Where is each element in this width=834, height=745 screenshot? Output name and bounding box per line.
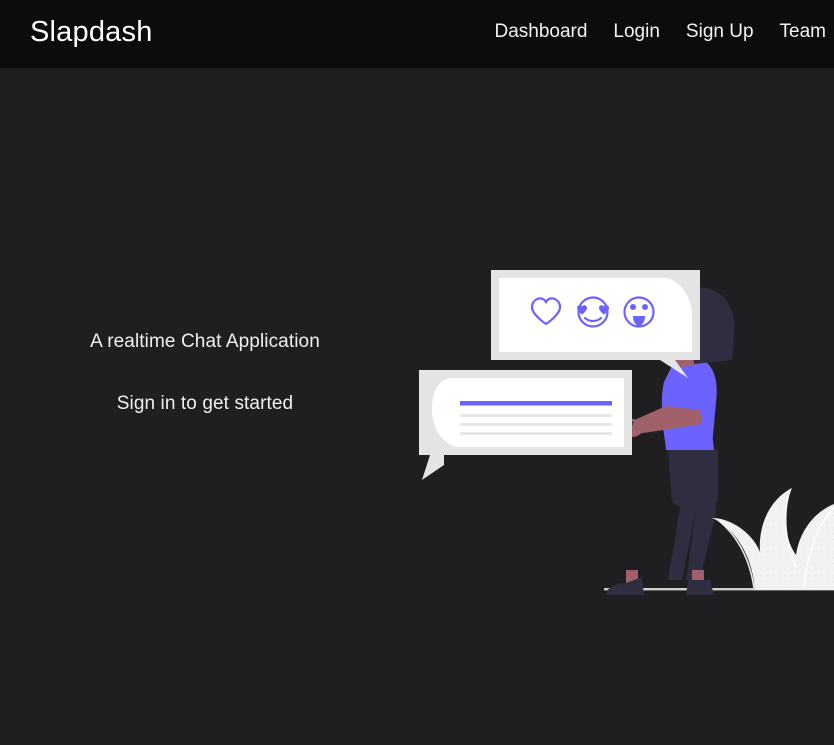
message-line-highlight <box>460 401 612 406</box>
message-speech-bubble <box>419 370 632 480</box>
nav-link-signup[interactable]: Sign Up <box>686 21 754 43</box>
message-line-1 <box>460 414 612 417</box>
person-shirt-hem <box>664 430 714 450</box>
chat-illustration <box>400 250 834 600</box>
hero-title: A realtime Chat Application <box>90 331 320 352</box>
navbar: Slapdash Dashboard Login Sign Up Team <box>0 0 834 68</box>
person-front-shoe <box>606 577 644 595</box>
hero-subtitle: Sign in to get started <box>116 392 294 414</box>
nav-links: Dashboard Login Sign Up Team <box>494 21 834 43</box>
nav-link-dashboard[interactable]: Dashboard <box>494 21 587 43</box>
brand-logo[interactable]: Slapdash <box>30 18 153 50</box>
message-line-2 <box>460 423 612 426</box>
nav-link-team[interactable]: Team <box>780 21 826 43</box>
hero-text-block: A realtime Chat Application Sign in to g… <box>0 330 410 416</box>
message-line-3 <box>460 432 612 435</box>
reaction-speech-bubble <box>491 270 700 378</box>
person-back-shoe <box>686 580 714 595</box>
nav-link-login[interactable]: Login <box>613 21 660 43</box>
plant-leaves <box>712 488 834 590</box>
